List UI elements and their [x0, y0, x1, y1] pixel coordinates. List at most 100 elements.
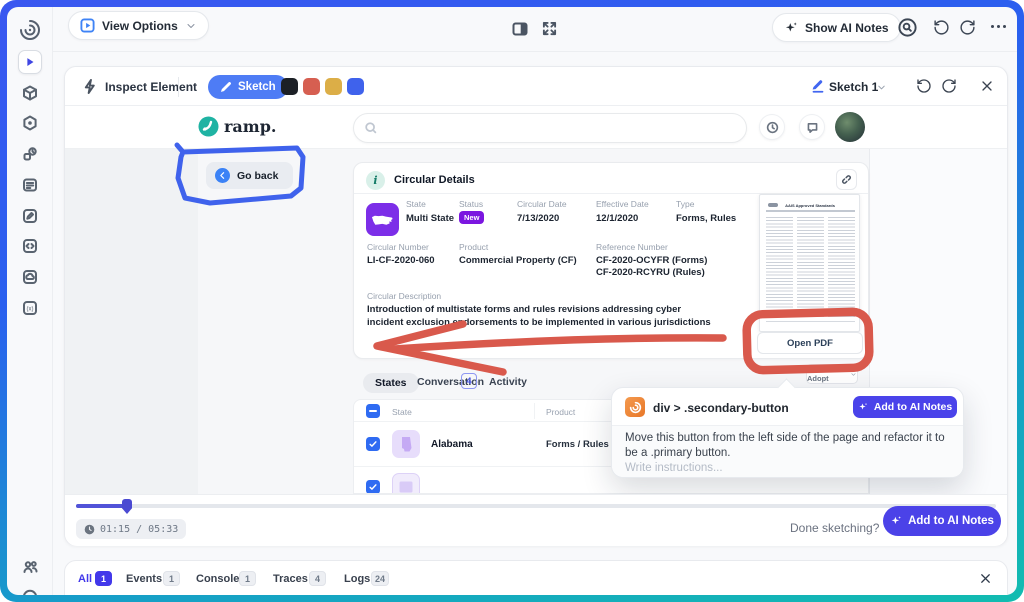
row-checkbox[interactable]: [366, 480, 380, 494]
panel-header: Inspect Element Sketch Sketch 1: [65, 67, 1007, 106]
sidebar-item-components[interactable]: [18, 81, 42, 105]
type-label: Type: [676, 199, 694, 209]
auto-adopt-label: Auto Adopt: [807, 365, 847, 383]
svg-text:(x): (x): [27, 306, 34, 312]
toggle-sidebar-button[interactable]: [512, 21, 528, 37]
sketch-undo-button[interactable]: [916, 78, 932, 94]
user-avatar[interactable]: [835, 112, 865, 142]
ai-note-popup: div > .secondary-button Add to AI Notes …: [611, 387, 964, 478]
console-bar: All 1 Events 1 Console 1 Traces 4 Logs 2…: [64, 560, 1008, 595]
console-tab-console[interactable]: Console: [196, 573, 239, 585]
hexagon-dot-icon: [22, 115, 38, 131]
close-panel-button[interactable]: [979, 78, 995, 94]
close-icon: [979, 78, 995, 94]
timeline-handle[interactable]: [122, 499, 132, 514]
undo-button[interactable]: [933, 19, 950, 36]
color-swatch-yellow[interactable]: [325, 78, 342, 95]
tab-activity[interactable]: Activity: [489, 376, 527, 388]
info-icon: i: [366, 171, 385, 190]
search-input[interactable]: [353, 113, 747, 143]
go-back-button[interactable]: Go back: [206, 162, 293, 189]
done-sketching-label: Done sketching?: [790, 521, 879, 535]
pen-blue-icon: [811, 79, 825, 93]
sidebar-item-logs[interactable]: [18, 173, 42, 197]
sidebar-item-variables[interactable]: (x): [18, 296, 42, 320]
pdf-text-column: [797, 217, 824, 317]
sidebar-item-integrations[interactable]: [18, 142, 42, 166]
sketch-redo-button[interactable]: [941, 78, 957, 94]
pen-icon: [22, 208, 38, 224]
show-ai-notes-button[interactable]: Show AI Notes: [772, 13, 901, 42]
check-icon: [368, 482, 378, 492]
console-tab-logs-count: 24: [371, 571, 389, 586]
reference-number-value-2: CF-2020-RCYRU (Rules): [596, 267, 705, 278]
add-to-ai-notes-label: Add to AI Notes: [908, 515, 994, 527]
jam-orange-icon: [625, 397, 645, 417]
help-circle-icon: [22, 589, 38, 595]
document-lines-icon: [22, 177, 38, 193]
sketch-select[interactable]: [811, 79, 825, 93]
reference-number-label: Reference Number: [596, 242, 668, 252]
open-pdf-button[interactable]: Open PDF: [757, 332, 863, 354]
type-value: Forms, Rules: [676, 213, 736, 224]
console-tab-all-count: 1: [95, 571, 112, 586]
row-checkbox[interactable]: [366, 437, 380, 451]
circular-date-value: 7/13/2020: [517, 213, 559, 224]
sketch-name-label[interactable]: Sketch 1: [829, 80, 878, 94]
alabama-state-icon: [392, 430, 420, 458]
sidebar-item-team[interactable]: [18, 555, 42, 579]
add-to-ai-notes-button[interactable]: Add to AI Notes: [883, 506, 1001, 536]
more-menu-button[interactable]: [991, 25, 1006, 28]
sidebar-item-replay[interactable]: [18, 50, 42, 74]
console-tab-events[interactable]: Events: [126, 573, 162, 585]
auto-adopt-button[interactable]: Auto Adopt: [806, 364, 858, 384]
fullscreen-button[interactable]: [542, 21, 557, 36]
popup-add-to-ai-notes-button[interactable]: Add to AI Notes: [853, 396, 957, 418]
note-instructions-input[interactable]: Write instructions...: [625, 462, 723, 474]
color-swatch-black[interactable]: [281, 78, 298, 95]
pencil-icon: [220, 81, 232, 93]
top-toolbar: View Options Show AI Notes: [53, 7, 1017, 52]
redo-button[interactable]: [959, 19, 976, 36]
timeline-track[interactable]: [76, 504, 996, 508]
tab-states[interactable]: States: [363, 373, 419, 393]
link-icon: [841, 174, 852, 185]
dot: [991, 25, 994, 28]
chat-bubble-icon: [806, 121, 819, 134]
sidebar-item-sketches[interactable]: [18, 204, 42, 228]
zoom-search-button[interactable]: [897, 17, 918, 38]
sidebar-item-network[interactable]: [18, 265, 42, 289]
sidebar-item-settings[interactable]: [18, 111, 42, 135]
pdf-text-column: [766, 217, 793, 317]
color-swatch-blue[interactable]: [347, 78, 364, 95]
copy-link-button[interactable]: [836, 169, 857, 190]
state-value: Multi State: [406, 213, 454, 224]
select-all-checkbox[interactable]: [366, 404, 380, 418]
sidebar-item-help[interactable]: [18, 585, 42, 595]
ramp-page-header: ramp.: [65, 106, 1007, 149]
replay-viewport: ramp.: [65, 106, 1007, 494]
color-swatch-red[interactable]: [303, 78, 320, 95]
console-tab-logs[interactable]: Logs: [344, 573, 370, 585]
history-button[interactable]: [759, 114, 785, 140]
integrations-icon: [22, 146, 38, 162]
console-tab-console-count: 1: [239, 571, 256, 586]
reference-number-value-1: CF-2020-OCYFR (Forms): [596, 255, 707, 266]
sidebar-item-code[interactable]: [18, 234, 42, 258]
sketch-button[interactable]: Sketch: [208, 75, 288, 99]
sketch-select-chevron[interactable]: [876, 82, 887, 93]
circular-number-value: LI-CF-2020-060: [367, 255, 435, 266]
state-label: State: [406, 199, 426, 209]
console-tab-all[interactable]: All: [78, 573, 92, 585]
view-options-button[interactable]: View Options: [68, 11, 209, 40]
popup-notch: [777, 378, 795, 396]
close-console-button[interactable]: [978, 571, 993, 586]
inspect-element-button[interactable]: Inspect Element: [105, 80, 197, 94]
chat-button[interactable]: [799, 114, 825, 140]
popup-body: Move this button from the left side of t…: [612, 426, 963, 477]
pdf-preview[interactable]: AAIS Approved Standards: [759, 194, 860, 332]
timestamp-text: 01:15 / 05:33: [100, 524, 178, 535]
dot: [997, 25, 1000, 28]
console-tab-traces[interactable]: Traces: [273, 573, 308, 585]
player-bar: 01:15 / 05:33 Done sketching? Add to AI …: [65, 494, 1007, 546]
